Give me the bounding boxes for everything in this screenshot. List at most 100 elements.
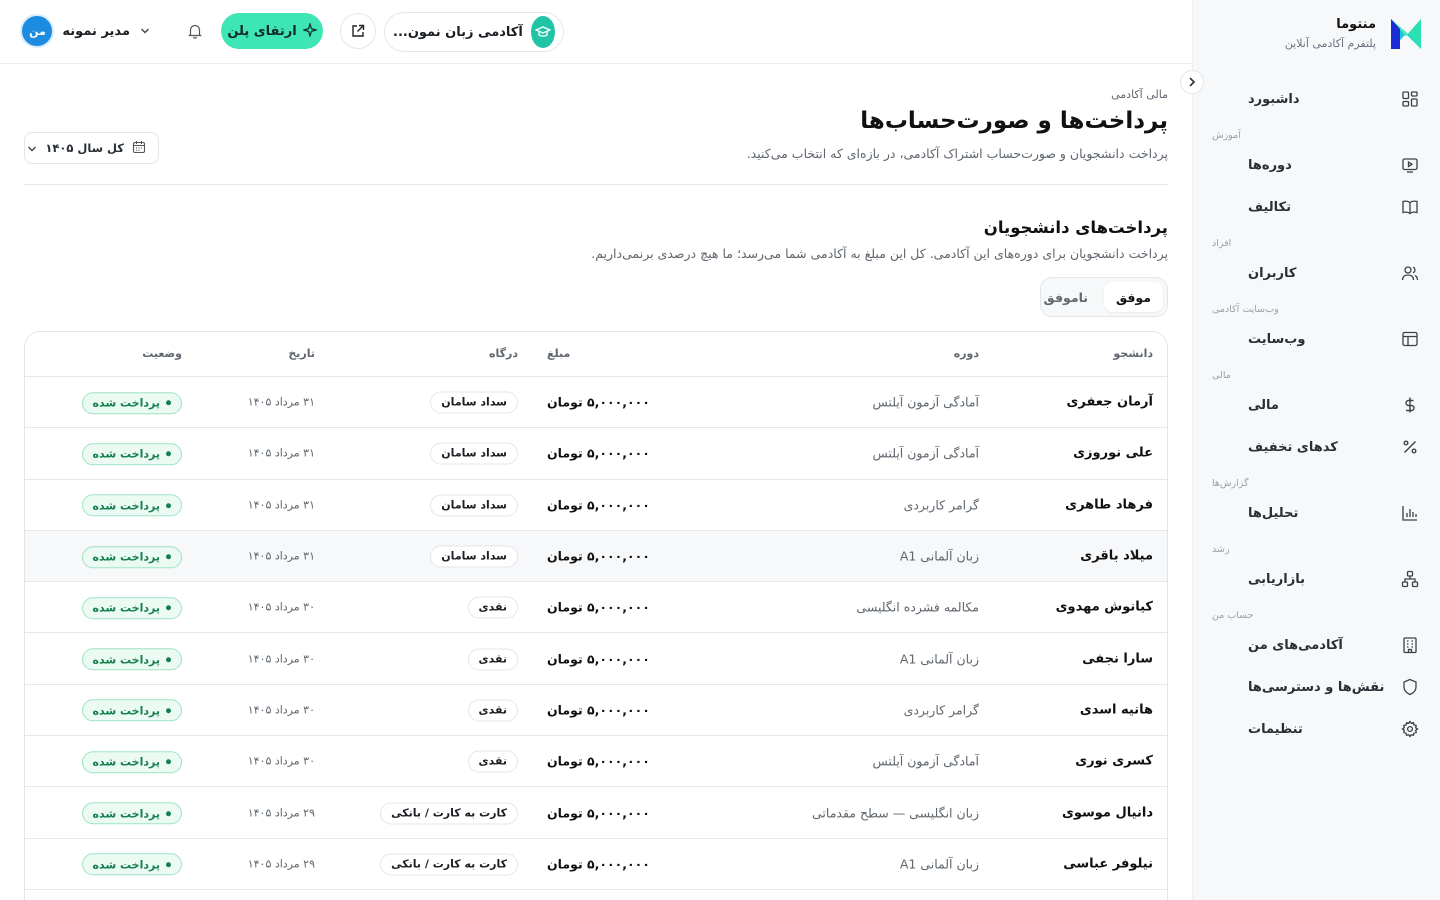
course-name: گرامر کاربردی	[903, 497, 979, 513]
status-dot-icon	[166, 554, 171, 560]
status-dot-icon	[166, 605, 171, 611]
status-label: پرداخت شده	[92, 601, 160, 615]
status-pill: پرداخت شده	[81, 443, 182, 466]
sidebar-item-label: مالی	[1248, 397, 1279, 413]
column-header-date[interactable]: تاریخ	[288, 347, 315, 360]
gateway-label: سداد سامان	[430, 494, 518, 517]
sidebar-item-shield[interactable]: نقش‌ها و دسترسی‌ها	[1192, 666, 1440, 708]
sidebar-collapse-button[interactable]	[1180, 70, 1204, 94]
avatar: من	[20, 14, 55, 48]
gateway-label: نقدی	[467, 648, 518, 671]
sidebar-item-book[interactable]: تکالیف	[1192, 186, 1440, 228]
graduation-cap-icon	[530, 16, 555, 48]
brand[interactable]: منتوما پلتفرم آکادمی آنلاین	[1207, 14, 1424, 54]
student-name: علی نوروزی	[1073, 445, 1153, 461]
course-name: زبان آلمانی A1	[899, 548, 979, 564]
amount: ۵,۰۰۰,۰۰۰ تومان	[547, 445, 650, 461]
sidebar-item-dollar[interactable]: مالی	[1192, 384, 1440, 426]
chevron-right-icon	[1189, 77, 1196, 87]
table-row[interactable]: نیلوفر عباسی زبان آلمانی A1 ۵,۰۰۰,۰۰۰ توما…	[25, 839, 1167, 890]
status-badge: پرداخت شده	[81, 442, 182, 466]
sidebar-item-gear[interactable]: تنظیمات	[1192, 708, 1440, 750]
payment-date: ۳۱ مرداد ۱۴۰۵	[247, 549, 315, 563]
gateway-label: کارت به کارت / بانکی	[380, 853, 518, 876]
amount: ۵,۰۰۰,۰۰۰ تومان	[547, 651, 650, 667]
status-pill: پرداخت شده	[81, 853, 182, 876]
table-row[interactable]: دانیال موسوی زبان انگلیسی — سطح مقدماتی ۵,…	[25, 787, 1167, 839]
sidebar-item-network[interactable]: بازاریابی	[1192, 558, 1440, 600]
open-site-button[interactable]	[340, 13, 376, 49]
status-pill: پرداخت شده	[81, 802, 182, 825]
status-tabs: موفق ناموفق	[1040, 277, 1168, 317]
payment-date: ۳۱ مرداد ۱۴۰۵	[247, 498, 315, 512]
table-row[interactable]: آرمان جعفری آمادگی آزمون آیلتس ۵,۰۰۰,۰۰۰ ت…	[25, 377, 1167, 429]
status-badge: پرداخت شده	[81, 749, 182, 773]
year-filter-select[interactable]: کل سال ۱۴۰۵	[24, 132, 159, 164]
network-icon	[1400, 569, 1420, 589]
course-name: زبان آلمانی A1	[899, 651, 979, 667]
book-icon	[1400, 197, 1420, 217]
sidebar: منتوما پلتفرم آکادمی آنلاین داشبورد آموزش…	[1192, 0, 1440, 900]
gateway-badge: کارت به کارت / بانکی	[380, 852, 518, 876]
sidebar-item-layout[interactable]: وب‌سایت	[1192, 318, 1440, 360]
sidebar-item-chart[interactable]: تحلیل‌ها	[1192, 492, 1440, 534]
amount: ۵,۰۰۰,۰۰۰ تومان	[547, 497, 650, 513]
gateway-badge: سداد سامان	[430, 391, 518, 414]
topbar: آکادمی زبان نمون... ارتقای پلن مدیر نمون…	[0, 0, 1192, 64]
sidebar-item-percent[interactable]: کدهای تخفیف	[1192, 426, 1440, 468]
user-menu[interactable]: مدیر نمونه من	[20, 14, 152, 48]
status-label: پرداخت شده	[92, 704, 160, 718]
gateway-badge: سداد سامان	[430, 442, 518, 465]
sidebar-item-video[interactable]: دوره‌ها	[1192, 144, 1440, 186]
table-row[interactable]: سارا نجفی زبان آلمانی A1 ۵,۰۰۰,۰۰۰ تومان نق…	[25, 634, 1167, 685]
academy-name: آکادمی زبان نمون...	[393, 24, 523, 40]
table-row[interactable]: هانیه اسدی گرامر کاربردی ۵,۰۰۰,۰۰۰ تومان نق…	[25, 685, 1167, 737]
status-badge: پرداخت شده	[81, 647, 182, 671]
academy-switcher[interactable]: آکادمی زبان نمون...	[384, 12, 564, 52]
calendar-icon	[132, 139, 146, 158]
column-header-gateway[interactable]: درگاه	[489, 347, 518, 360]
status-label: پرداخت شده	[92, 755, 160, 769]
tab-failed[interactable]: ناموفق	[1032, 282, 1100, 312]
sidebar-item-users[interactable]: کاربران	[1192, 252, 1440, 294]
student-name: آرمان جعفری	[1066, 394, 1153, 410]
table-row[interactable]: میلاد باقری زبان آلمانی A1 ۵,۰۰۰,۰۰۰ تومان…	[25, 530, 1167, 583]
amount: ۵,۰۰۰,۰۰۰ تومان	[547, 548, 650, 564]
sidebar-item-label: کدهای تخفیف	[1248, 439, 1338, 455]
upgrade-plan-button[interactable]: ارتقای پلن	[221, 13, 323, 49]
gateway-label: سداد سامان	[430, 545, 518, 568]
table-row[interactable]: کیانوش مهدوی مکالمه فشرده انگلیسی ۵,۰۰۰,۰۰…	[25, 582, 1167, 634]
sidebar-item-building[interactable]: آکادمی‌های من	[1192, 624, 1440, 666]
student-name: دانیال موسوی	[1061, 805, 1153, 821]
nav-group-label: حساب من	[1212, 610, 1254, 621]
breadcrumb[interactable]: مالی آکادمی	[1111, 88, 1168, 101]
column-header-student[interactable]: دانشجو	[1113, 347, 1153, 360]
main-content: مالی آکادمی پرداخت‌ها و صورت‌حساب‌ها پرد…	[24, 64, 1168, 900]
column-header-course[interactable]: دوره	[954, 347, 979, 360]
notifications-bell-icon[interactable]	[184, 20, 206, 42]
year-filter-value: کل سال ۱۴۰۵	[45, 141, 124, 155]
sidebar-nav: داشبورد آموزش دوره‌ها تکالیف افراد کاربران وب‌…	[1192, 78, 1440, 750]
payment-date: ۳۰ مرداد ۱۴۰۵	[247, 754, 315, 768]
sidebar-item-dashboard[interactable]: داشبورد	[1192, 78, 1440, 120]
divider	[24, 184, 1168, 185]
gateway-label: سداد سامان	[430, 442, 518, 465]
course-name: زبان انگلیسی — سطح مقدماتی	[811, 805, 979, 821]
status-dot-icon	[166, 759, 171, 765]
table-row[interactable]: کسری نوری آمادگی آزمون آیلتس ۵,۰۰۰,۰۰۰ توم…	[25, 736, 1167, 788]
sidebar-item-label: بازاریابی	[1248, 571, 1305, 587]
chevron-down-icon	[27, 139, 37, 158]
column-header-status[interactable]: وضعیت	[142, 347, 182, 360]
status-pill: پرداخت شده	[81, 699, 182, 722]
status-label: پرداخت شده	[92, 806, 160, 820]
status-badge: پرداخت شده	[81, 390, 182, 414]
tab-successful[interactable]: موفق	[1103, 282, 1163, 312]
nav-group-label: گزارش‌ها	[1212, 478, 1249, 489]
status-dot-icon	[166, 810, 171, 816]
column-header-amount[interactable]: مبلغ	[547, 347, 570, 360]
student-name: سارا نجفی	[1082, 651, 1153, 667]
table-row[interactable]: علی نوروزی آمادگی آزمون آیلتس ۵,۰۰۰,۰۰۰ تو…	[25, 428, 1167, 480]
users-icon	[1400, 263, 1420, 283]
status-pill: پرداخت شده	[81, 494, 182, 517]
table-row[interactable]: فرهاد طاهری گرامر کاربردی ۵,۰۰۰,۰۰۰ تومان س…	[25, 480, 1167, 531]
